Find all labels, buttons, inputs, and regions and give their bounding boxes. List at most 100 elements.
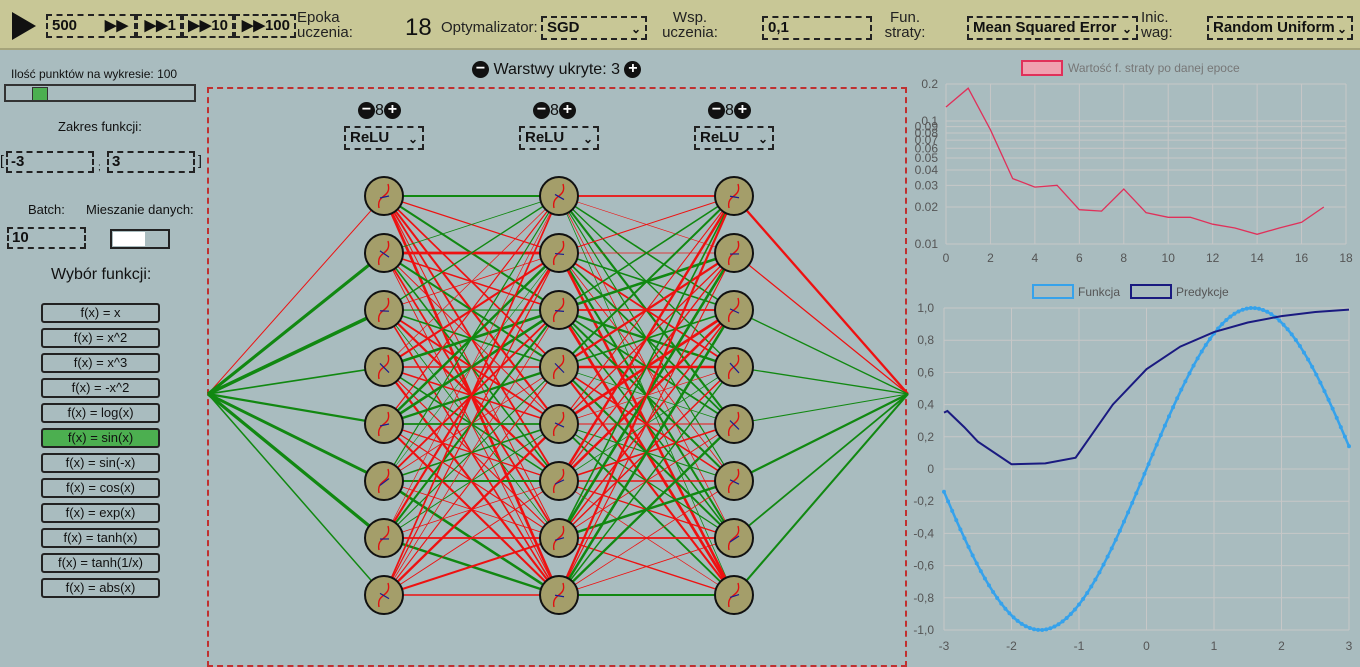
function-point xyxy=(1142,472,1146,476)
function-point xyxy=(1122,520,1126,524)
neuron[interactable] xyxy=(365,177,403,215)
neuron[interactable] xyxy=(365,348,403,386)
loss-chart: Wartość f. straty po danej epoce0.20.10.… xyxy=(905,52,1360,272)
neuron[interactable] xyxy=(365,234,403,272)
function-point xyxy=(1097,570,1101,574)
x-tick-label: 6 xyxy=(1076,251,1083,265)
function-point xyxy=(1151,452,1155,456)
neuron[interactable] xyxy=(365,405,403,443)
y-tick-label: -0,6 xyxy=(913,559,934,573)
x-tick-label: 2 xyxy=(987,251,994,265)
neurons xyxy=(365,177,753,614)
loss-series-line xyxy=(946,88,1324,234)
function-point xyxy=(971,553,975,557)
neuron[interactable] xyxy=(540,576,578,614)
neuron[interactable] xyxy=(715,462,753,500)
neuron[interactable] xyxy=(540,291,578,329)
legend-label[interactable]: Funkcja xyxy=(1078,285,1120,299)
function-point xyxy=(1155,443,1159,447)
function-point xyxy=(1208,337,1212,341)
function-point xyxy=(1126,510,1130,514)
y-tick-label: 1,0 xyxy=(917,301,934,315)
neuron[interactable] xyxy=(540,405,578,443)
y-tick-label: 0.03 xyxy=(915,178,939,192)
function-point xyxy=(1318,381,1322,385)
neuron[interactable] xyxy=(540,177,578,215)
function-point xyxy=(975,561,979,565)
function-point xyxy=(1183,379,1187,383)
function-point xyxy=(1220,322,1224,326)
function-point xyxy=(1065,616,1069,620)
function-point xyxy=(950,509,954,513)
function-point xyxy=(1249,306,1253,310)
function-point xyxy=(999,602,1003,606)
function-point xyxy=(987,583,991,587)
function-point xyxy=(995,596,999,600)
x-tick-label: 10 xyxy=(1162,251,1176,265)
function-point xyxy=(1130,501,1134,505)
neuron[interactable] xyxy=(540,462,578,500)
y-tick-label: 0,4 xyxy=(917,398,934,412)
legend-swatch[interactable] xyxy=(1033,285,1073,298)
function-point xyxy=(979,569,983,573)
legend-label[interactable]: Wartość f. straty po danej epoce xyxy=(1068,61,1240,75)
prediction-stroke-icon xyxy=(555,311,564,312)
x-tick-label: 3 xyxy=(1346,639,1353,653)
connection-edge xyxy=(734,394,908,481)
y-tick-label: 0.2 xyxy=(921,77,938,91)
neuron[interactable] xyxy=(715,519,753,557)
x-tick-label: -2 xyxy=(1006,639,1017,653)
neuron[interactable] xyxy=(365,291,403,329)
function-point xyxy=(1257,307,1261,311)
neuron[interactable] xyxy=(365,519,403,557)
x-tick-label: 14 xyxy=(1250,251,1264,265)
function-point xyxy=(1024,624,1028,628)
neuron[interactable] xyxy=(715,405,753,443)
neuron[interactable] xyxy=(715,291,753,329)
function-point xyxy=(1167,414,1171,418)
function-point xyxy=(1159,433,1163,437)
legend-swatch[interactable] xyxy=(1131,285,1171,298)
neuron[interactable] xyxy=(540,234,578,272)
y-tick-label: 0,8 xyxy=(917,333,934,347)
neuron[interactable] xyxy=(715,177,753,215)
neuron[interactable] xyxy=(365,462,403,500)
y-tick-label: 0.04 xyxy=(915,163,939,177)
function-point xyxy=(942,490,946,494)
function-point xyxy=(1114,538,1118,542)
function-point xyxy=(1331,407,1335,411)
neuron[interactable] xyxy=(365,576,403,614)
function-point xyxy=(1069,612,1073,616)
y-tick-label: 0.01 xyxy=(915,237,939,251)
neuron[interactable] xyxy=(540,348,578,386)
legend-label[interactable]: Predykcje xyxy=(1176,285,1229,299)
function-point xyxy=(1302,351,1306,355)
neuron[interactable] xyxy=(715,234,753,272)
y-tick-label: -0,2 xyxy=(913,494,934,508)
y-tick-label: 0 xyxy=(927,462,934,476)
function-point xyxy=(1343,435,1347,439)
connection-edge xyxy=(734,367,908,394)
neuron[interactable] xyxy=(715,348,753,386)
x-tick-label: 12 xyxy=(1206,251,1220,265)
function-point xyxy=(1310,365,1314,369)
function-point xyxy=(1061,619,1065,623)
function-point xyxy=(1007,611,1011,615)
neuron[interactable] xyxy=(715,576,753,614)
neuron[interactable] xyxy=(540,519,578,557)
function-point xyxy=(1298,344,1302,348)
function-point xyxy=(1347,444,1351,448)
function-point xyxy=(1102,563,1106,567)
function-point xyxy=(954,518,958,522)
function-point xyxy=(1057,622,1061,626)
function-point xyxy=(1171,405,1175,409)
x-tick-label: 4 xyxy=(1032,251,1039,265)
function-point xyxy=(1016,619,1020,623)
function-point xyxy=(1196,356,1200,360)
function-point xyxy=(1020,622,1024,626)
x-tick-label: 8 xyxy=(1120,251,1127,265)
y-tick-label: -0,8 xyxy=(913,591,934,605)
function-point xyxy=(1187,371,1191,375)
legend-swatch[interactable] xyxy=(1022,61,1062,75)
function-point xyxy=(1077,602,1081,606)
